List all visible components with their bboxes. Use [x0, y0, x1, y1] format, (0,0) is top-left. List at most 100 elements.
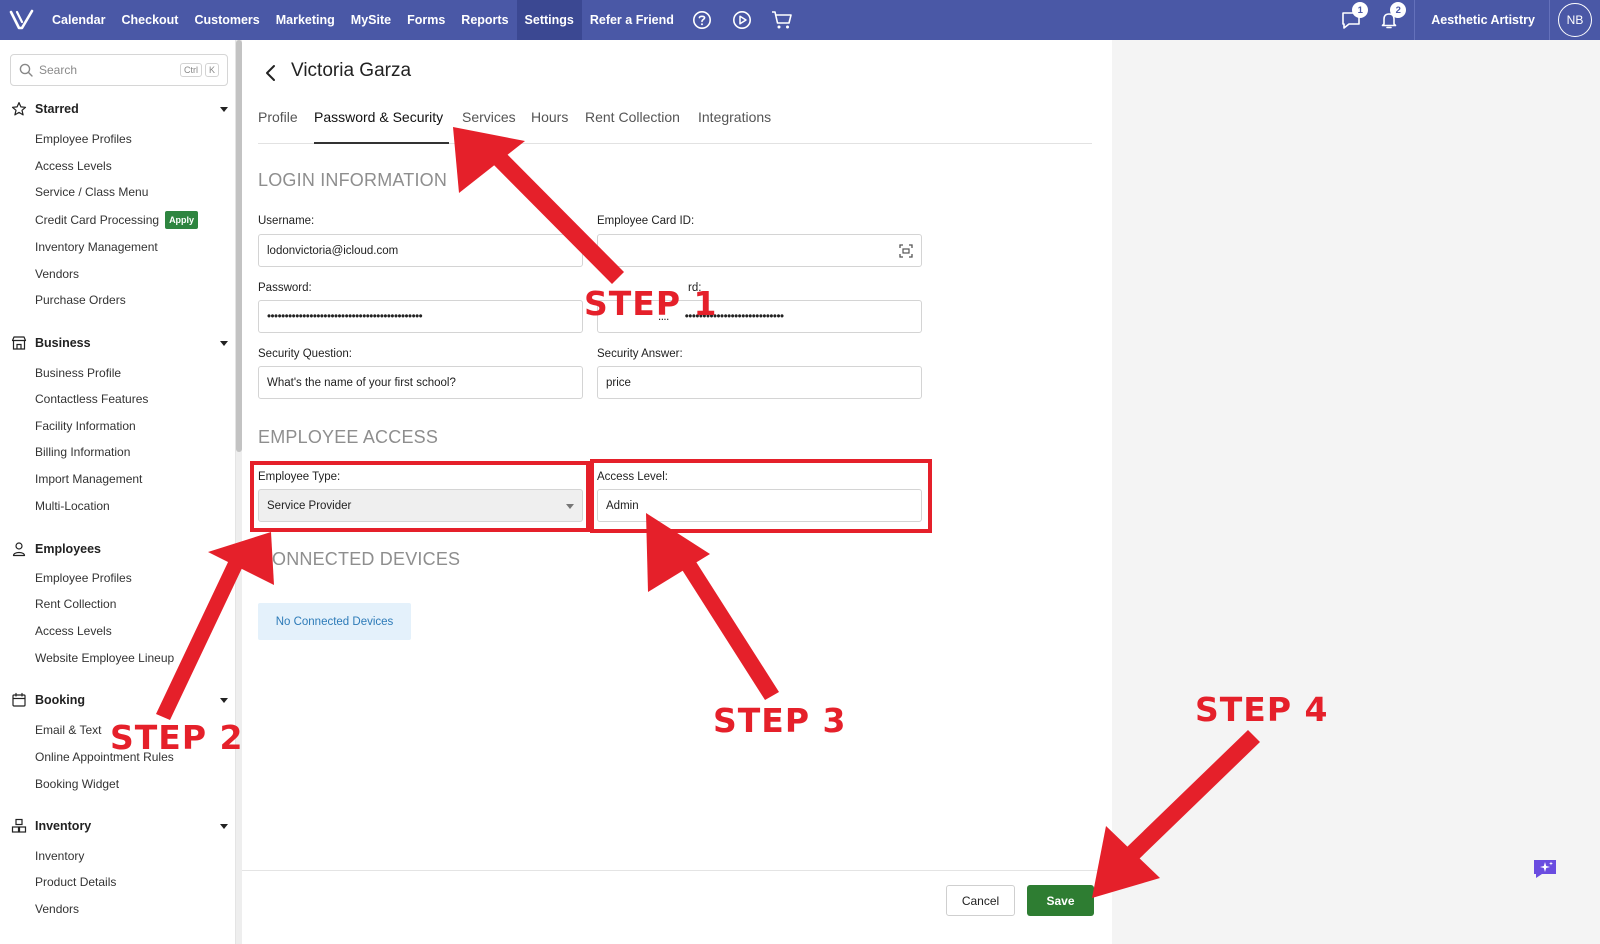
- cancel-button[interactable]: Cancel: [946, 885, 1015, 916]
- employee-card-id-label: Employee Card ID:: [597, 215, 695, 227]
- top-navigation-bar: Calendar Checkout Customers Marketing My…: [0, 0, 1600, 40]
- tab-password-security[interactable]: Password & Security: [314, 109, 443, 125]
- sidebar-item-employee-profiles-2[interactable]: Employee Profiles: [35, 570, 132, 586]
- sidebar-item-import-management[interactable]: Import Management: [35, 471, 142, 487]
- section-title: Starred: [35, 102, 79, 116]
- step1-label: STEP 1: [584, 284, 718, 323]
- nav-refer-a-friend[interactable]: Refer a Friend: [582, 0, 682, 40]
- sidebar-item-inventory[interactable]: Inventory: [35, 848, 84, 864]
- section-title: Inventory: [35, 819, 92, 833]
- boxes-icon: [10, 817, 28, 835]
- connected-devices-heading: ONNECTED DEVICES: [272, 549, 461, 569]
- section-title: Employees: [35, 542, 102, 556]
- section-business[interactable]: Business: [10, 332, 228, 354]
- sidebar-item-service-class-menu[interactable]: Service / Class Menu: [35, 184, 148, 200]
- nav-calendar[interactable]: Calendar: [44, 0, 114, 40]
- chevron-down-icon[interactable]: [220, 106, 228, 112]
- security-answer-field[interactable]: price: [597, 366, 922, 399]
- sidebar-item-vendors-2[interactable]: Vendors: [35, 901, 79, 917]
- calendar-icon: [10, 691, 28, 709]
- employee-type-highlight-box: [250, 461, 590, 532]
- ai-assistant-icon[interactable]: [1531, 856, 1559, 880]
- no-connected-devices-notice: No Connected Devices: [258, 603, 411, 640]
- back-arrow-icon[interactable]: [262, 63, 280, 83]
- apply-badge[interactable]: Apply: [165, 211, 199, 229]
- scan-card-icon[interactable]: [899, 244, 913, 258]
- storefront-icon: [10, 334, 28, 352]
- section-booking[interactable]: Booking: [10, 689, 228, 711]
- notifications-button[interactable]: 2: [1370, 0, 1408, 40]
- section-inventory[interactable]: Inventory: [10, 815, 228, 837]
- section-title: Business: [35, 336, 91, 350]
- nav-reports[interactable]: Reports: [453, 0, 516, 40]
- active-tab-indicator: [314, 142, 449, 144]
- employee-access-heading: EMPLOYEE ACCESS: [258, 427, 439, 447]
- sidebar-item-billing-information[interactable]: Billing Information: [35, 444, 130, 460]
- notifications-badge: 2: [1390, 2, 1407, 18]
- cart-icon[interactable]: [762, 0, 802, 40]
- username-field[interactable]: lodonvictoria@icloud.com: [258, 234, 583, 267]
- step3-label: STEP 3: [713, 701, 847, 740]
- sidebar-item-purchase-orders[interactable]: Purchase Orders: [35, 292, 126, 308]
- tab-hours[interactable]: Hours: [531, 109, 568, 125]
- security-answer-label: Security Answer:: [597, 348, 683, 360]
- sidebar-item-product-details[interactable]: Product Details: [35, 874, 116, 890]
- sidebar-item-contactless-features[interactable]: Contactless Features: [35, 391, 148, 407]
- password-label: Password:: [258, 282, 312, 294]
- security-question-field[interactable]: What's the name of your first school?: [258, 366, 583, 399]
- sidebar-item-website-employee-lineup[interactable]: Website Employee Lineup: [35, 650, 174, 666]
- chevron-down-icon[interactable]: [220, 823, 228, 829]
- tab-rent-collection[interactable]: Rent Collection: [585, 109, 680, 125]
- sidebar-item-access-levels[interactable]: Access Levels: [35, 158, 112, 174]
- person-icon: [10, 540, 28, 558]
- search-placeholder: Search: [39, 63, 78, 77]
- step4-label: STEP 4: [1195, 690, 1329, 729]
- sidebar-item-access-levels-2[interactable]: Access Levels: [35, 623, 112, 639]
- help-icon[interactable]: [682, 0, 722, 40]
- play-icon[interactable]: [722, 0, 762, 40]
- access-level-highlight-box: [590, 459, 932, 533]
- tab-integrations[interactable]: Integrations: [698, 109, 771, 125]
- section-starred[interactable]: Starred: [10, 98, 228, 120]
- sidebar-item-label: Credit Card Processing: [35, 213, 160, 227]
- save-button[interactable]: Save: [1027, 885, 1094, 916]
- sidebar-item-employee-profiles[interactable]: Employee Profiles: [35, 131, 132, 147]
- chevron-down-icon[interactable]: [220, 340, 228, 346]
- shortcut-key-k: K: [204, 63, 219, 77]
- sidebar-item-business-profile[interactable]: Business Profile: [35, 365, 121, 381]
- security-question-label: Security Question:: [258, 348, 352, 360]
- star-icon: [10, 100, 28, 118]
- messages-badge: 1: [1352, 2, 1369, 18]
- nav-forms[interactable]: Forms: [399, 0, 453, 40]
- page-title: Victoria Garza: [291, 60, 412, 81]
- sidebar-item-credit-card-processing[interactable]: Credit Card Processing Apply: [35, 211, 199, 229]
- business-name[interactable]: Aesthetic Artistry: [1414, 0, 1550, 40]
- chevron-down-icon[interactable]: [220, 697, 228, 703]
- employee-card-id-field[interactable]: [597, 234, 922, 267]
- section-title: Booking: [35, 693, 85, 707]
- shortcut-key-ctrl: Ctrl: [179, 63, 202, 77]
- sidebar-item-multi-location[interactable]: Multi-Location: [35, 498, 110, 514]
- sidebar-item-vendors[interactable]: Vendors: [35, 266, 79, 282]
- password-field[interactable]: ••••••••••••••••••••••••••••••••••••••••…: [258, 300, 583, 333]
- tab-profile[interactable]: Profile: [258, 109, 298, 125]
- nav-settings[interactable]: Settings: [516, 0, 582, 40]
- messages-button[interactable]: 1: [1332, 0, 1370, 40]
- sidebar-item-booking-widget[interactable]: Booking Widget: [35, 776, 119, 792]
- nav-marketing[interactable]: Marketing: [268, 0, 343, 40]
- tab-services[interactable]: Services: [462, 109, 516, 125]
- avatar[interactable]: NB: [1558, 3, 1592, 37]
- right-blank-pane: [1112, 40, 1600, 944]
- nav-checkout[interactable]: Checkout: [114, 0, 187, 40]
- vagaro-logo-icon[interactable]: [0, 0, 44, 40]
- nav-mysite[interactable]: MySite: [343, 0, 399, 40]
- nav-right-group: 1 2 Aesthetic Artistry NB: [1332, 0, 1600, 40]
- nav-customers[interactable]: Customers: [186, 0, 267, 40]
- sidebar-item-facility-information[interactable]: Facility Information: [35, 418, 136, 434]
- section-employees[interactable]: Employees: [10, 538, 228, 560]
- username-label: Username:: [258, 215, 315, 227]
- search-input[interactable]: Search Ctrl K: [10, 54, 228, 86]
- sidebar-item-rent-collection[interactable]: Rent Collection: [35, 596, 116, 612]
- sidebar-item-inventory-management[interactable]: Inventory Management: [35, 239, 158, 255]
- sidebar-item-email-text[interactable]: Email & Text: [35, 722, 101, 738]
